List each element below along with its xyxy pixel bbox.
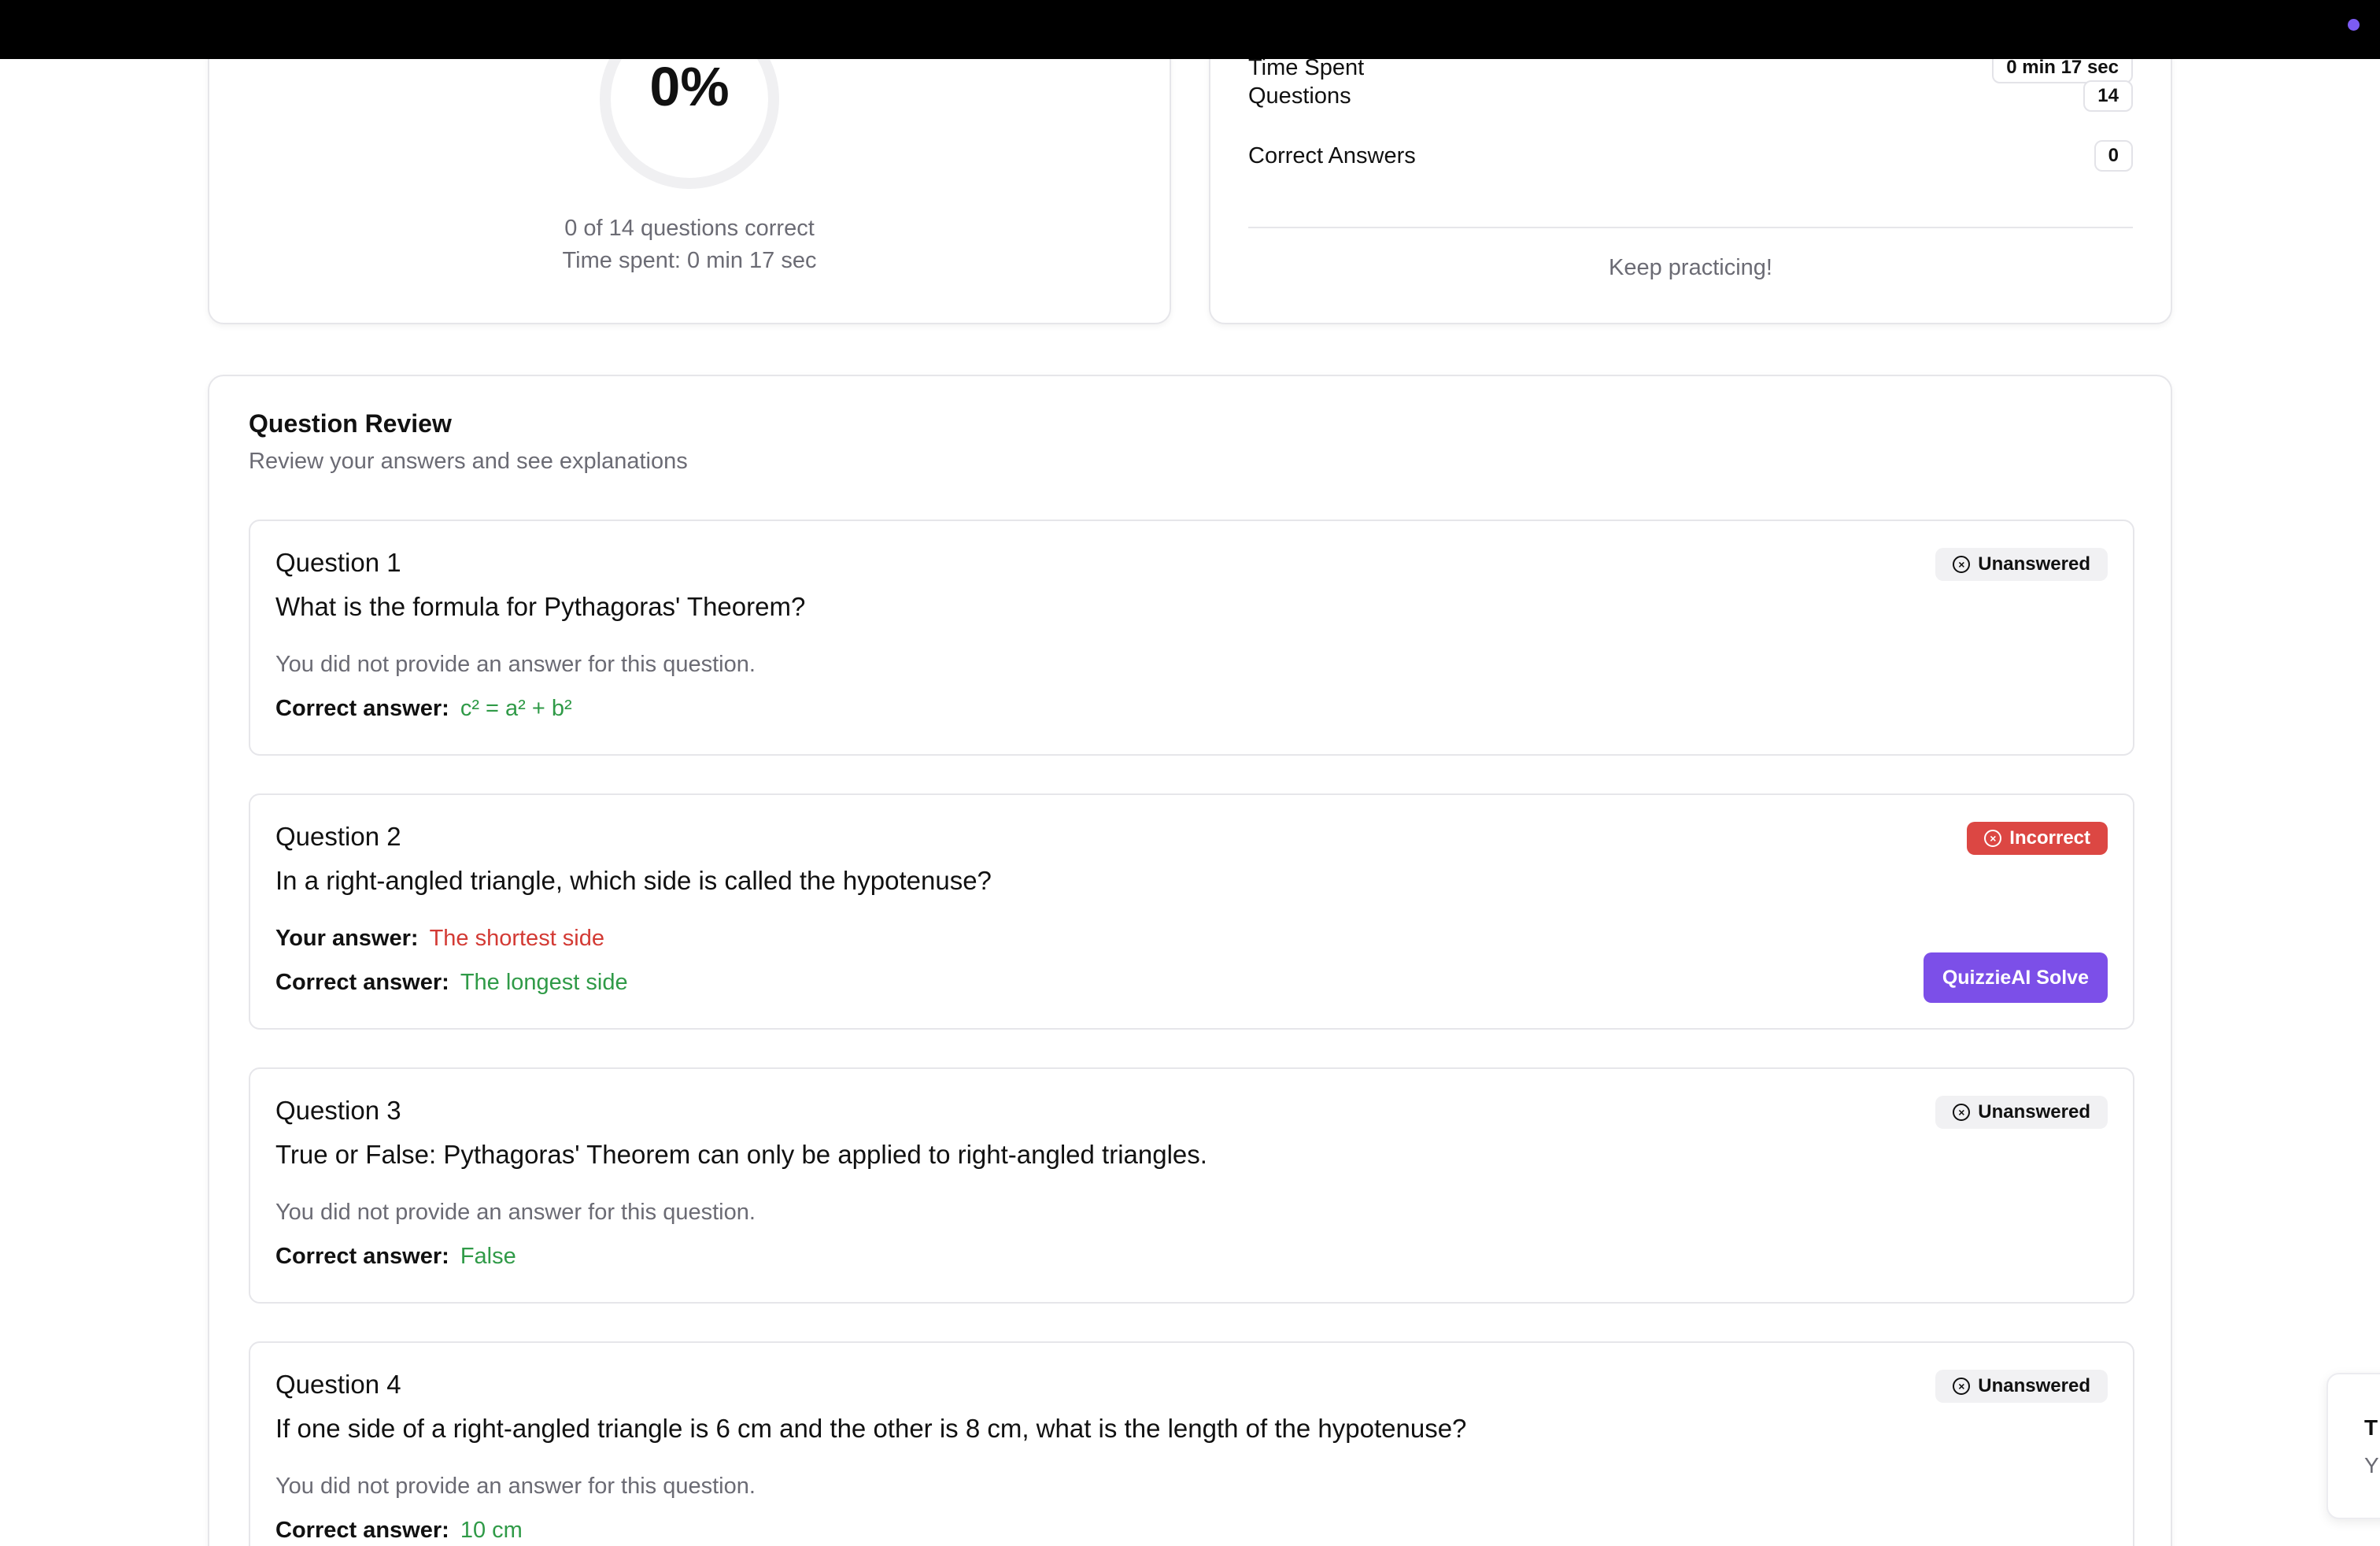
correct-answer-label: Correct answer:: [275, 696, 449, 721]
stat-row-correct: Correct Answers 0: [1248, 137, 2133, 175]
no-answer-text: You did not provide an answer for this q…: [275, 652, 756, 677]
x-circle-icon: ×: [1953, 556, 1971, 573]
divider: [1248, 227, 2133, 228]
correct-answer-value: 10 cm: [460, 1518, 523, 1543]
stat-label: Correct Answers: [1248, 142, 1416, 168]
toast-title: T: [2364, 1415, 2378, 1440]
correct-answer-line: Correct answer: False: [275, 1244, 516, 1270]
x-circle-icon: ×: [1953, 1378, 1971, 1395]
question-item-4: Question 4 If one side of a right-angled…: [249, 1341, 2134, 1546]
question-number: Question 2: [275, 822, 401, 851]
time-spent-text: Time spent: 0 min 17 sec: [562, 248, 817, 273]
status-badge: × Incorrect: [1967, 822, 2108, 855]
stat-label: Questions: [1248, 83, 1351, 109]
correct-answer-label: Correct answer:: [275, 1518, 449, 1543]
correct-answer-label: Correct answer:: [275, 970, 449, 995]
question-text: What is the formula for Pythagoras' Theo…: [275, 592, 806, 621]
stat-value-badge: 0: [2094, 140, 2133, 172]
toast-notification[interactable]: T Y: [2326, 1373, 2380, 1519]
your-answer-line: Your answer: The shortest side: [275, 926, 604, 952]
quizzieai-solve-button[interactable]: QuizzieAI Solve: [1923, 952, 2108, 1003]
encouragement-message: Keep practicing!: [1609, 255, 1772, 280]
status-badge: × Unanswered: [1935, 1096, 2108, 1129]
question-item-1: Question 1 What is the formula for Pytha…: [249, 520, 2134, 756]
correct-answer-label: Correct answer:: [275, 1244, 449, 1269]
x-circle-icon: ×: [1953, 1104, 1971, 1121]
x-circle-icon: ×: [1984, 830, 2002, 847]
status-badge-label: Unanswered: [1978, 1101, 2090, 1123]
status-badge: × Unanswered: [1935, 1370, 2108, 1403]
question-item-3: Question 3 True or False: Pythagoras' Th…: [249, 1067, 2134, 1304]
question-text: True or False: Pythagoras' Theorem can o…: [275, 1140, 1207, 1169]
questions-correct-text: 0 of 14 questions correct: [564, 216, 815, 241]
status-badge-label: Unanswered: [1978, 1375, 2090, 1396]
correct-answer-value: c² = a² + b²: [460, 696, 572, 721]
status-badge-label: Unanswered: [1978, 553, 2090, 575]
question-text: In a right-angled triangle, which side i…: [275, 866, 992, 895]
status-badge-label: Incorrect: [2009, 827, 2090, 849]
question-text: If one side of a right-angled triangle i…: [275, 1414, 1467, 1443]
correct-answer-value: False: [460, 1244, 516, 1269]
toast-body: Y: [2364, 1453, 2379, 1478]
section-subtitle: Review your answers and see explanations: [249, 449, 688, 474]
section-title: Question Review: [249, 409, 452, 438]
question-review-card: Question Review Review your answers and …: [208, 375, 2172, 1546]
correct-answer-line: Correct answer: The longest side: [275, 970, 628, 996]
your-answer-label: Your answer:: [275, 926, 419, 951]
status-badge: × Unanswered: [1935, 548, 2108, 581]
status-dot-icon: [2348, 19, 2360, 31]
no-answer-text: You did not provide an answer for this q…: [275, 1200, 756, 1225]
your-answer-value: The shortest side: [429, 926, 605, 951]
question-item-2: Question 2 In a right-angled triangle, w…: [249, 793, 2134, 1030]
top-bar: [0, 0, 2380, 59]
question-number: Question 4: [275, 1370, 401, 1399]
stat-row-questions: Questions 14: [1248, 77, 2133, 115]
question-number: Question 1: [275, 548, 401, 577]
no-answer-text: You did not provide an answer for this q…: [275, 1474, 756, 1499]
score-percent: 0%: [649, 56, 730, 117]
question-number: Question 3: [275, 1096, 401, 1125]
stat-value-badge: 14: [2083, 80, 2133, 112]
correct-answer-line: Correct answer: 10 cm: [275, 1518, 523, 1544]
correct-answer-line: Correct answer: c² = a² + b²: [275, 696, 572, 722]
correct-answer-value: The longest side: [460, 970, 628, 995]
